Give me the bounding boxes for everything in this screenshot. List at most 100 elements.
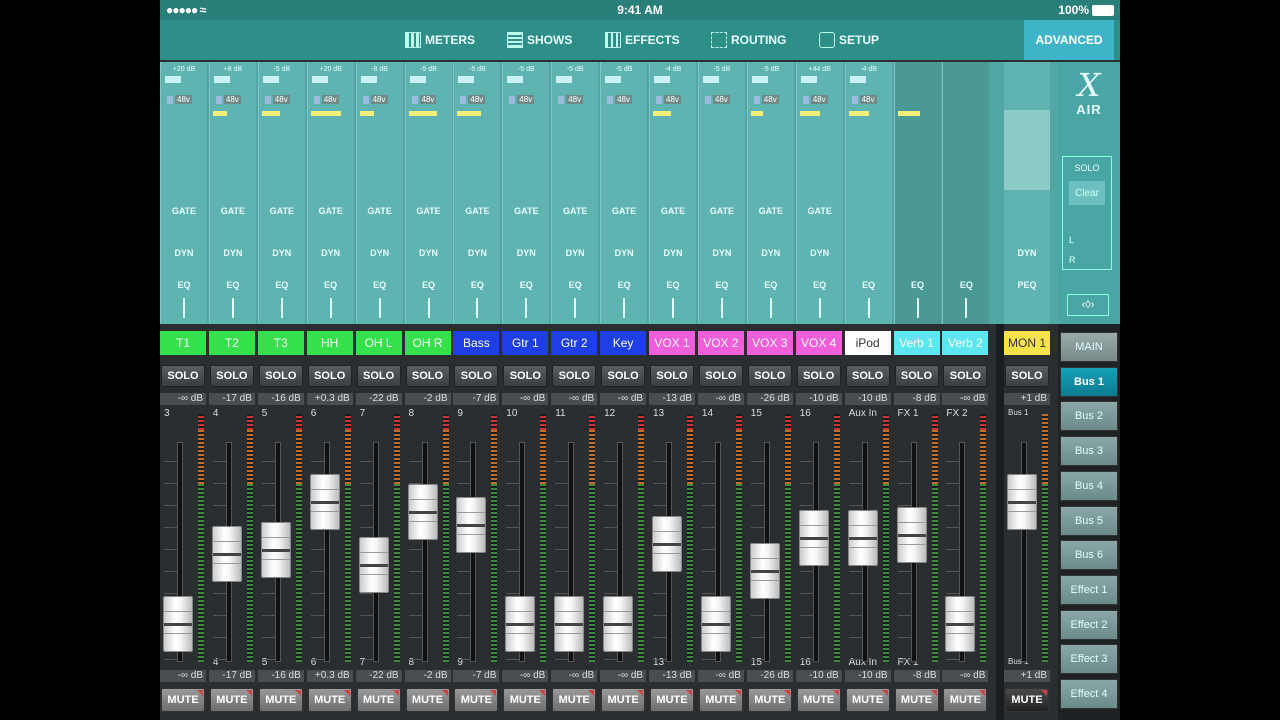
eq-button[interactable]: EQ <box>601 280 647 290</box>
pan-indicator[interactable] <box>720 298 723 318</box>
dyn-button[interactable]: DYN <box>210 248 256 258</box>
fader-cap[interactable] <box>358 536 389 593</box>
solo-button[interactable]: SOLO <box>650 365 694 387</box>
channel-name-label[interactable]: Verb 2 <box>942 331 989 355</box>
gate-button[interactable]: GATE <box>454 206 500 216</box>
mute-button[interactable]: MUTE <box>161 688 205 712</box>
channel-name-label[interactable]: T3 <box>257 331 304 355</box>
phantom-power-toggle[interactable]: 48v <box>753 94 788 105</box>
nav-effects-button[interactable]: EFFECTS <box>605 30 680 50</box>
mute-button[interactable]: MUTE <box>209 688 254 712</box>
dyn-button[interactable]: DYN <box>406 248 452 258</box>
eq-button[interactable]: EQ <box>943 280 989 290</box>
solo-button[interactable]: SOLO <box>601 365 646 387</box>
pan-indicator[interactable] <box>916 298 919 318</box>
phantom-power-toggle[interactable]: 48v <box>802 94 837 105</box>
bus-select-bus-2[interactable]: Bus 2 <box>1060 401 1118 432</box>
mute-button[interactable]: MUTE <box>356 688 401 712</box>
channel-name-label[interactable]: VOX 2 <box>697 331 744 355</box>
channel-name-label[interactable]: Gtr 1 <box>502 331 549 355</box>
gate-button[interactable]: GATE <box>601 206 647 216</box>
channel-name-label[interactable]: VOX 3 <box>746 331 793 355</box>
eq-button[interactable]: EQ <box>259 280 305 290</box>
fader-cap[interactable] <box>603 595 634 652</box>
bus-select-bus-1[interactable]: Bus 1 <box>1060 366 1118 397</box>
phantom-power-toggle[interactable]: 48v <box>313 94 348 105</box>
mute-button[interactable]: MUTE <box>747 688 792 712</box>
fader-cap[interactable] <box>211 525 242 582</box>
solo-button[interactable]: SOLO <box>161 365 205 387</box>
solo-button[interactable]: SOLO <box>454 365 499 387</box>
main-name-label[interactable]: MON 1 <box>1004 331 1050 355</box>
dyn-button[interactable]: DYN <box>601 248 647 258</box>
dyn-button[interactable]: DYN <box>650 248 696 258</box>
gate-button[interactable]: GATE <box>357 206 403 216</box>
eq-button[interactable]: EQ <box>895 280 941 290</box>
phantom-power-toggle[interactable]: 48v <box>607 94 641 105</box>
solo-button[interactable]: SOLO <box>894 365 939 387</box>
fader-cap[interactable] <box>505 595 536 652</box>
phantom-power-toggle[interactable]: 48v <box>509 94 543 105</box>
mute-button[interactable]: MUTE <box>650 688 694 712</box>
eq-button[interactable]: EQ <box>406 280 452 290</box>
dyn-button[interactable]: DYN <box>161 248 207 258</box>
nav-routing-button[interactable]: ROUTING <box>711 30 786 50</box>
phantom-power-toggle[interactable]: 48v <box>558 94 592 105</box>
nav-meters-button[interactable]: METERS <box>405 30 475 50</box>
gate-button[interactable]: GATE <box>259 206 305 216</box>
clear-solo-button[interactable]: Clear <box>1069 181 1105 205</box>
bus-select-bus-3[interactable]: Bus 3 <box>1060 436 1118 467</box>
solo-button[interactable]: SOLO <box>405 365 450 387</box>
pan-indicator[interactable] <box>623 298 626 318</box>
fader-cap[interactable] <box>700 595 731 652</box>
phantom-power-toggle[interactable]: 48v <box>167 94 201 105</box>
eq-button[interactable]: EQ <box>699 280 745 290</box>
gate-button[interactable]: GATE <box>797 206 843 216</box>
eq-button[interactable]: EQ <box>454 280 500 290</box>
phantom-power-toggle[interactable]: 48v <box>215 94 250 105</box>
phantom-power-toggle[interactable]: 48v <box>362 94 397 105</box>
channel-name-label[interactable]: VOX 1 <box>649 331 695 355</box>
pan-indicator[interactable] <box>183 298 185 318</box>
solo-button[interactable]: SOLO <box>552 365 597 387</box>
gate-button[interactable]: GATE <box>650 206 696 216</box>
bus-select-effect-1[interactable]: Effect 1 <box>1060 574 1118 605</box>
solo-button[interactable]: SOLO <box>258 365 303 387</box>
mute-button[interactable]: MUTE <box>943 688 988 712</box>
solo-button[interactable]: SOLO <box>307 365 352 387</box>
fader-cap[interactable] <box>260 521 291 578</box>
bus-select-bus-5[interactable]: Bus 5 <box>1060 505 1118 536</box>
advanced-button[interactable]: ADVANCED <box>1024 20 1114 60</box>
dyn-button[interactable]: DYN <box>552 248 598 258</box>
mute-button[interactable]: MUTE <box>552 688 597 712</box>
fader-cap[interactable] <box>554 595 585 652</box>
solo-button[interactable]: SOLO <box>356 365 401 387</box>
pan-indicator[interactable] <box>427 298 430 318</box>
mute-button[interactable]: MUTE <box>307 688 352 712</box>
gate-button[interactable]: GATE <box>699 206 745 216</box>
mute-button[interactable]: MUTE <box>796 688 841 712</box>
channel-name-label[interactable]: iPod <box>844 331 891 355</box>
bus-select-bus-4[interactable]: Bus 4 <box>1060 470 1118 501</box>
fader-cap[interactable] <box>407 483 438 540</box>
phantom-power-toggle[interactable]: 48v <box>851 94 886 105</box>
mute-button[interactable]: MUTE <box>405 688 450 712</box>
nav-shows-button[interactable]: SHOWS <box>507 30 572 50</box>
mute-button[interactable]: MUTE <box>503 688 548 712</box>
dyn-button[interactable]: DYN <box>699 248 745 258</box>
bus-select-bus-6[interactable]: Bus 6 <box>1060 540 1118 571</box>
gate-button[interactable]: GATE <box>210 206 256 216</box>
nav-setup-button[interactable]: SETUP <box>819 30 879 50</box>
dyn-button[interactable]: DYN <box>454 248 500 258</box>
dyn-button[interactable]: DYN <box>357 248 403 258</box>
dyn-button[interactable]: DYN <box>503 248 549 258</box>
eq-button[interactable]: EQ <box>210 280 256 290</box>
channel-name-label[interactable]: Bass <box>453 331 500 355</box>
eq-button[interactable]: EQ <box>357 280 403 290</box>
eq-button[interactable]: EQ <box>308 280 354 290</box>
main-fader-cap[interactable] <box>1007 474 1037 531</box>
pan-indicator[interactable] <box>231 298 234 318</box>
solo-button[interactable]: SOLO <box>796 365 841 387</box>
pan-indicator[interactable] <box>329 298 332 318</box>
pan-indicator[interactable] <box>574 298 577 318</box>
